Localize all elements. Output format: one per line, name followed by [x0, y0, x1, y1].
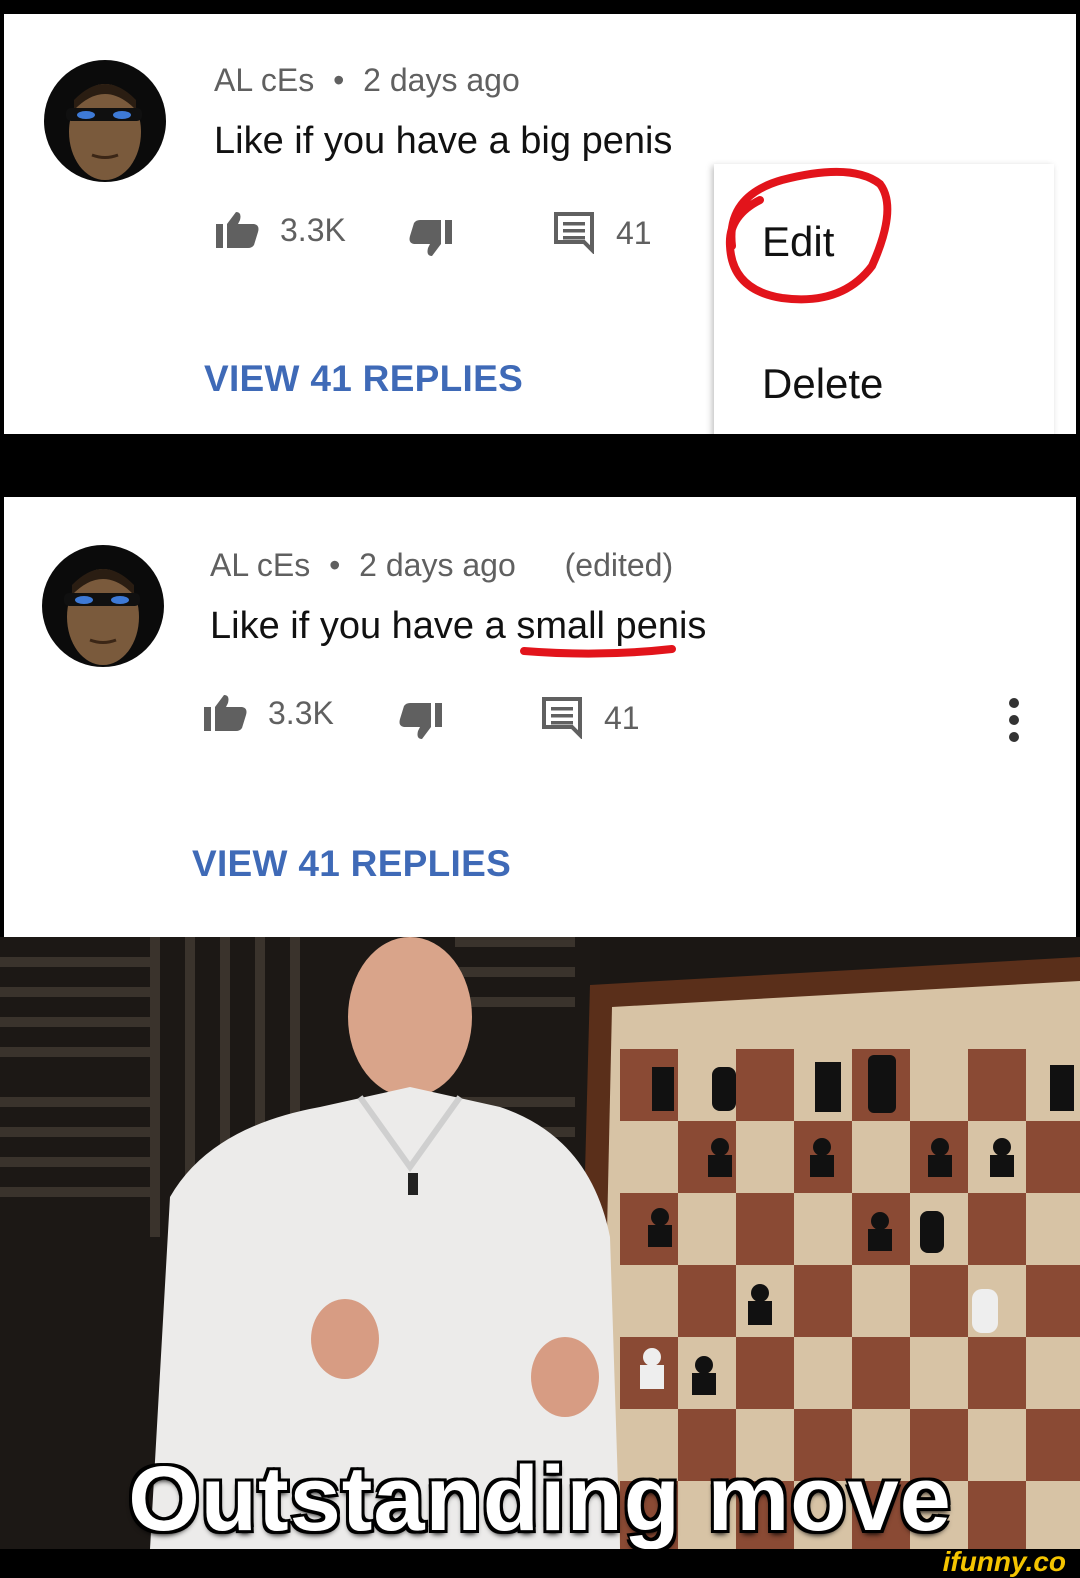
comment-panel-after: AL cEs • 2 days ago (edited) Like if you…: [4, 497, 1076, 937]
thumb-up-icon: [216, 212, 259, 248]
meta-separator: •: [329, 547, 341, 583]
watermark: ifunny.co: [942, 1546, 1066, 1577]
reply-count: 41: [604, 699, 640, 736]
avatar[interactable]: [42, 545, 164, 667]
more-vert-icon: [1009, 698, 1019, 742]
view-replies-link[interactable]: VIEW 41 REPLIES: [192, 843, 511, 885]
thumb-down-icon: [399, 703, 442, 739]
comment-meta: AL cEs • 2 days ago: [214, 62, 520, 99]
comment-options-menu: Edit Delete: [714, 164, 1054, 434]
edited-label: (edited): [564, 547, 674, 583]
red-underline-annotation: [520, 645, 676, 658]
meme-caption: Outstanding move: [128, 1448, 952, 1550]
dislike-button[interactable]: [406, 218, 452, 258]
avatar[interactable]: [44, 60, 166, 182]
comment-time: 2 days ago: [359, 547, 516, 583]
comment-time: 2 days ago: [363, 62, 520, 98]
dislike-button[interactable]: [396, 701, 442, 741]
meta-separator: •: [333, 62, 345, 98]
comment-meta: AL cEs • 2 days ago (edited): [210, 547, 673, 584]
comment-panel-before: AL cEs • 2 days ago Like if you have a b…: [4, 14, 1076, 434]
view-replies-link[interactable]: VIEW 41 REPLIES: [204, 358, 523, 400]
author-name[interactable]: AL cEs: [214, 62, 314, 98]
reply-comment-icon: [554, 212, 594, 254]
reply-count: 41: [616, 214, 652, 251]
like-button[interactable]: 3.3K: [216, 210, 346, 250]
reply-button[interactable]: 41: [554, 212, 652, 254]
red-circle-annotation: [725, 167, 892, 304]
like-count: 3.3K: [280, 211, 346, 248]
thumb-down-icon: [409, 220, 452, 256]
like-button[interactable]: 3.3K: [204, 693, 334, 733]
more-options-button[interactable]: [1004, 697, 1024, 743]
menu-item-delete[interactable]: Delete: [762, 360, 883, 408]
like-count: 3.3K: [268, 694, 334, 731]
thumb-up-icon: [204, 695, 247, 731]
reply-comment-icon: [542, 697, 582, 739]
comment-text: Like if you have a big penis: [214, 120, 673, 162]
footer-bar: [0, 1549, 1080, 1577]
reply-button[interactable]: 41: [542, 697, 640, 739]
author-name[interactable]: AL cEs: [210, 547, 310, 583]
comment-text-prefix: Like if you have a: [210, 605, 517, 647]
